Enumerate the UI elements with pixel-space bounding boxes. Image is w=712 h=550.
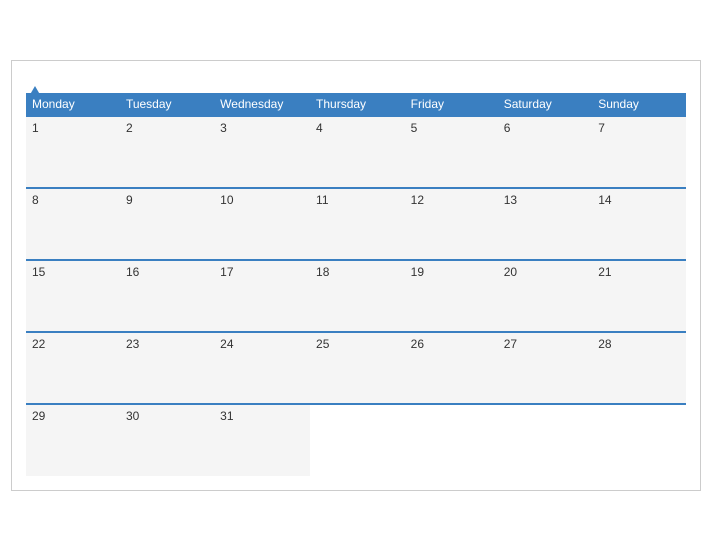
calendar-cell: 6 [498, 116, 592, 188]
day-number: 4 [316, 121, 323, 135]
calendar-cell [405, 404, 498, 476]
day-number: 7 [598, 121, 605, 135]
calendar-cell: 24 [214, 332, 310, 404]
week-row-5: 29 30 31 [26, 404, 686, 476]
day-number: 5 [411, 121, 418, 135]
day-number: 15 [32, 265, 45, 279]
calendar-cell: 29 [26, 404, 120, 476]
day-number: 11 [316, 193, 328, 207]
day-number: 6 [504, 121, 511, 135]
day-number: 8 [32, 193, 39, 207]
calendar-cell: 20 [498, 260, 592, 332]
day-number: 19 [411, 265, 424, 279]
day-number: 2 [126, 121, 133, 135]
weekday-thursday: Thursday [310, 93, 405, 116]
day-number: 3 [220, 121, 227, 135]
day-number: 14 [598, 193, 611, 207]
day-number: 17 [220, 265, 233, 279]
calendar-cell: 8 [26, 188, 120, 260]
calendar-cell: 18 [310, 260, 405, 332]
calendar-cell: 17 [214, 260, 310, 332]
calendar-cell: 9 [120, 188, 214, 260]
calendar-cell: 26 [405, 332, 498, 404]
calendar-cell: 10 [214, 188, 310, 260]
day-number: 26 [411, 337, 424, 351]
calendar-cell: 3 [214, 116, 310, 188]
logo [26, 71, 42, 85]
logo-triangle-icon [28, 71, 42, 98]
calendar-cell [310, 404, 405, 476]
day-number: 27 [504, 337, 517, 351]
calendar-cell: 11 [310, 188, 405, 260]
calendar-cell: 1 [26, 116, 120, 188]
day-number: 12 [411, 193, 424, 207]
calendar-cell: 22 [26, 332, 120, 404]
weekday-friday: Friday [405, 93, 498, 116]
day-number: 22 [32, 337, 45, 351]
day-number: 13 [504, 193, 517, 207]
day-number: 29 [32, 409, 45, 423]
day-number: 23 [126, 337, 139, 351]
day-number: 24 [220, 337, 233, 351]
weekday-sunday: Sunday [592, 93, 686, 116]
week-row-4: 22 23 24 25 26 27 28 [26, 332, 686, 404]
calendar-cell: 23 [120, 332, 214, 404]
calendar-cell [498, 404, 592, 476]
calendar-cell: 12 [405, 188, 498, 260]
calendar-cell: 5 [405, 116, 498, 188]
week-row-3: 15 16 17 18 19 20 21 [26, 260, 686, 332]
weekday-header-row: MondayTuesdayWednesdayThursdayFridaySatu… [26, 93, 686, 116]
calendar-container: MondayTuesdayWednesdayThursdayFridaySatu… [11, 60, 701, 491]
calendar-cell: 16 [120, 260, 214, 332]
calendar-cell: 2 [120, 116, 214, 188]
week-row-2: 8 9 10 11 12 13 14 [26, 188, 686, 260]
calendar-cell: 27 [498, 332, 592, 404]
day-number: 20 [504, 265, 517, 279]
calendar-table: MondayTuesdayWednesdayThursdayFridaySatu… [26, 93, 686, 476]
day-number: 21 [598, 265, 611, 279]
calendar-cell: 4 [310, 116, 405, 188]
calendar-cell [592, 404, 686, 476]
calendar-cell: 21 [592, 260, 686, 332]
week-row-1: 1 2 3 4 5 6 7 [26, 116, 686, 188]
calendar-cell: 25 [310, 332, 405, 404]
calendar-cell: 30 [120, 404, 214, 476]
weekday-wednesday: Wednesday [214, 93, 310, 116]
day-number: 28 [598, 337, 611, 351]
calendar-cell: 31 [214, 404, 310, 476]
day-number: 1 [32, 121, 39, 135]
calendar-cell: 28 [592, 332, 686, 404]
day-number: 9 [126, 193, 133, 207]
calendar-cell: 15 [26, 260, 120, 332]
day-number: 18 [316, 265, 329, 279]
day-number: 30 [126, 409, 139, 423]
weekday-saturday: Saturday [498, 93, 592, 116]
weekday-tuesday: Tuesday [120, 93, 214, 116]
day-number: 25 [316, 337, 329, 351]
calendar-cell: 14 [592, 188, 686, 260]
calendar-header [26, 71, 686, 85]
calendar-cell: 7 [592, 116, 686, 188]
day-number: 31 [220, 409, 233, 423]
calendar-cell: 19 [405, 260, 498, 332]
day-number: 10 [220, 193, 233, 207]
day-number: 16 [126, 265, 139, 279]
calendar-cell: 13 [498, 188, 592, 260]
